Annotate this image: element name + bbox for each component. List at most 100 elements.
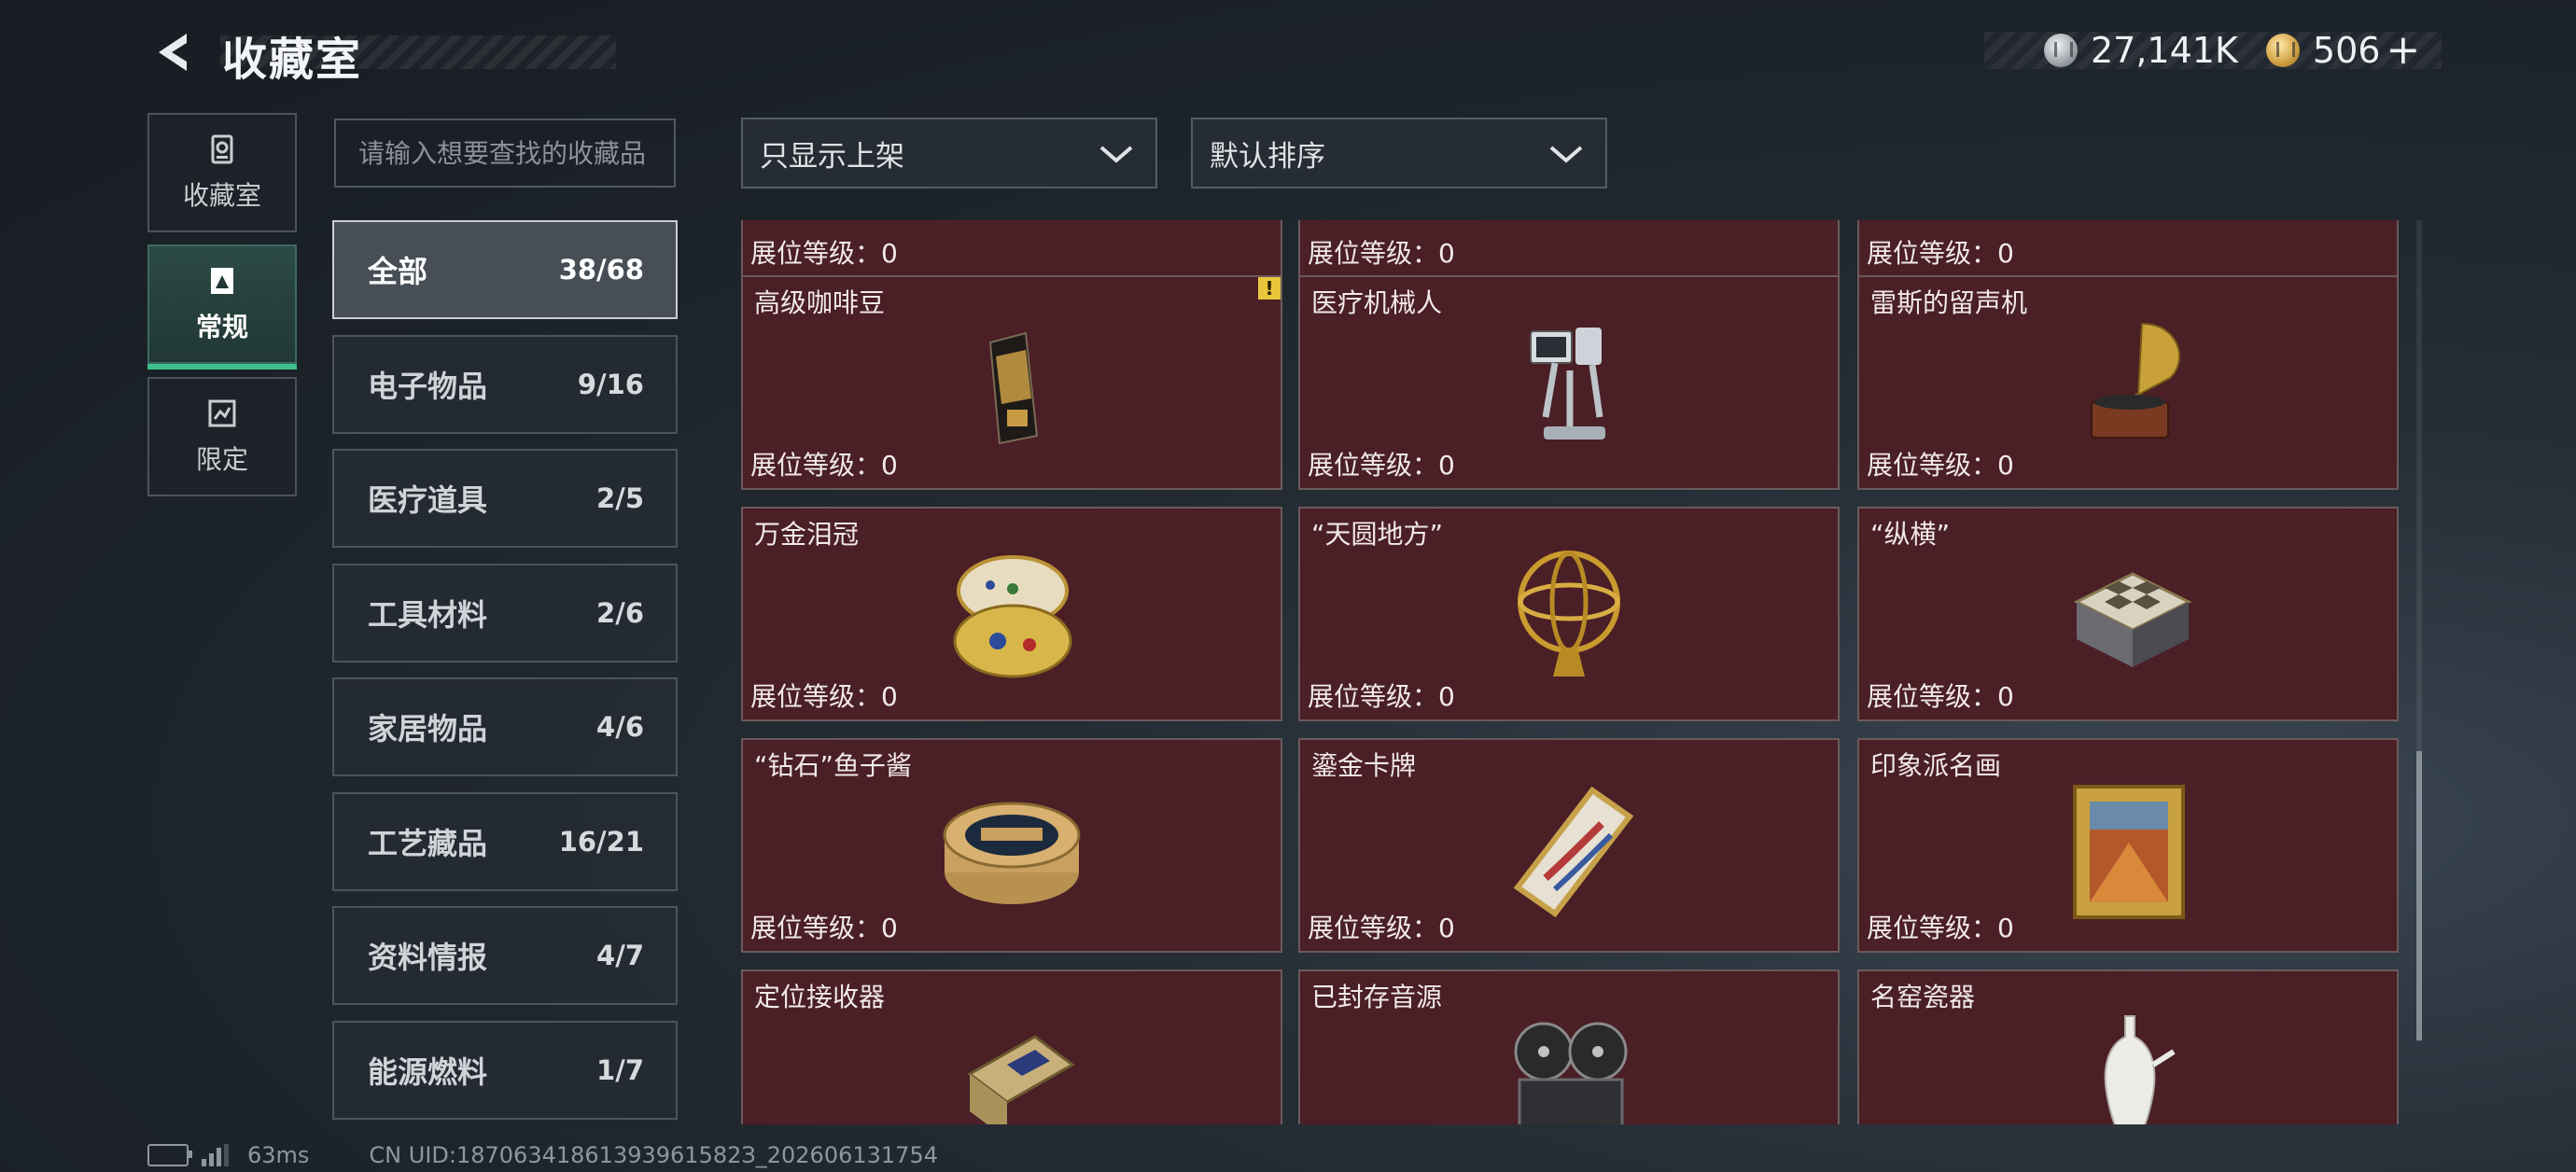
nav-collection-room[interactable]: 收藏室 <box>147 113 297 232</box>
booth-level: 展位等级：0 <box>1308 450 1455 481</box>
category-home[interactable]: 家居物品 4/6 <box>332 677 678 776</box>
regular-icon <box>211 268 233 294</box>
item-name: 定位接收器 <box>754 982 886 1012</box>
collection-card[interactable]: 鎏金卡牌 展位等级：0 <box>1298 738 1840 953</box>
category-count: 2/5 <box>596 482 644 514</box>
page-title: 收藏室 <box>222 34 363 86</box>
booth-level: 展位等级：0 <box>750 238 898 269</box>
scrollbar-thumb[interactable] <box>2416 751 2422 1040</box>
coffee-bag-icon <box>988 331 1039 445</box>
collection-card[interactable]: 展位等级：0 <box>1298 220 1840 278</box>
collection-room-icon <box>211 134 233 164</box>
category-name: 工艺藏品 <box>368 826 488 861</box>
collection-card[interactable]: 医疗机械人 展位等级：0 <box>1298 275 1840 490</box>
collection-card[interactable]: “钻石”鱼子酱 展位等级：0 <box>741 738 1282 953</box>
nav-label: 常规 <box>195 312 248 342</box>
category-count: 38/68 <box>558 254 644 286</box>
category-count: 2/6 <box>596 597 644 629</box>
medical-robot-icon <box>1530 328 1605 440</box>
category-medical[interactable]: 医疗道具 2/5 <box>332 449 678 548</box>
item-name: 万金泪冠 <box>754 519 860 550</box>
item-name: “钻石”鱼子酱 <box>754 750 913 781</box>
currency-bar: 27,141K 506 + <box>1984 30 2442 71</box>
item-name: 鎏金卡牌 <box>1311 750 1417 781</box>
item-name: 医疗机械人 <box>1311 287 1443 318</box>
category-energy[interactable]: 能源燃料 1/7 <box>332 1021 678 1120</box>
collection-card[interactable]: 已封存音源 <box>1298 970 1840 1124</box>
caviar-tin-icon <box>943 802 1081 904</box>
collection-card[interactable]: 展位等级：0 <box>1857 220 2399 278</box>
collection-card[interactable]: “天圆地方” 展位等级：0 <box>1298 507 1840 721</box>
nav-label: 收藏室 <box>182 180 261 211</box>
category-name: 全部 <box>368 254 428 289</box>
shelf-filter-dropdown[interactable]: 只显示上架 <box>741 118 1157 188</box>
jeweled-egg-icon <box>953 555 1072 678</box>
search-input[interactable] <box>334 119 676 188</box>
collection-card[interactable]: 定位接收器 <box>741 970 1282 1124</box>
booth-level: 展位等级：0 <box>1308 913 1455 943</box>
collection-card[interactable]: 印象派名画 展位等级：0 <box>1857 738 2399 953</box>
item-name: 雷斯的留声机 <box>1870 287 2028 318</box>
category-name: 工具材料 <box>368 597 488 633</box>
chess-box-icon <box>2073 572 2192 667</box>
back-arrow-icon[interactable] <box>149 28 198 77</box>
sort-value: 默认排序 <box>1210 139 1325 174</box>
item-name: 已封存音源 <box>1311 982 1443 1012</box>
category-count: 9/16 <box>577 369 644 400</box>
category-count: 4/6 <box>596 711 644 743</box>
collection-card[interactable]: 展位等级：0 <box>741 220 1282 278</box>
booth-level: 展位等级：0 <box>750 913 898 943</box>
item-name: 印象派名画 <box>1870 750 2002 781</box>
item-name: 高级咖啡豆 <box>754 287 886 318</box>
ping-value: 63ms <box>247 1142 310 1168</box>
collection-card[interactable]: 雷斯的留声机 展位等级：0 <box>1857 275 2399 490</box>
category-name: 资料情报 <box>368 940 488 975</box>
gold-currency-value: 506 <box>2312 30 2381 71</box>
nav-limited[interactable]: 限定 <box>147 377 297 496</box>
battery-icon <box>147 1144 192 1166</box>
sort-dropdown[interactable]: 默认排序 <box>1191 118 1607 188</box>
armillary-sphere-icon <box>1518 551 1620 677</box>
gps-receiver-icon <box>967 1035 1075 1124</box>
collection-card[interactable]: 名窑瓷器 <box>1857 970 2399 1124</box>
chevron-down-icon <box>1549 146 1583 163</box>
collection-card[interactable]: “纵横” 展位等级：0 <box>1857 507 2399 721</box>
status-footer: 63ms CN UID:18706341861393961582З_202606… <box>147 1142 938 1168</box>
category-name: 医疗道具 <box>368 482 488 518</box>
reel-tape-icon <box>1514 1022 1628 1124</box>
category-count: 16/21 <box>558 826 644 858</box>
gold-coin-icon <box>2265 34 2300 67</box>
booth-level: 展位等级：0 <box>750 681 898 712</box>
uid-text: CN UID:18706341861393961582З_20260613175… <box>369 1142 938 1168</box>
booth-level: 展位等级：0 <box>1308 238 1455 269</box>
porcelain-vase-icon <box>2104 1015 2176 1124</box>
add-currency-button[interactable]: + <box>2386 30 2420 71</box>
framed-painting-icon <box>2073 785 2185 919</box>
nav-label: 限定 <box>195 444 248 475</box>
nav-regular[interactable]: 常规 <box>147 244 297 370</box>
category-name: 家居物品 <box>368 711 488 746</box>
category-count: 4/7 <box>596 940 644 971</box>
booth-level: 展位等级：0 <box>1867 913 2014 943</box>
category-tools[interactable]: 工具材料 2/6 <box>332 564 678 663</box>
warning-badge: ! <box>1258 277 1281 300</box>
category-count: 1/7 <box>596 1054 644 1086</box>
item-name: 名窑瓷器 <box>1870 982 1976 1012</box>
item-name: “纵横” <box>1870 519 1951 550</box>
chevron-down-icon <box>1099 146 1133 163</box>
category-crafts[interactable]: 工艺藏品 16/21 <box>332 792 678 891</box>
limited-icon <box>208 399 236 427</box>
category-all[interactable]: 全部 38/68 <box>332 220 678 319</box>
collection-card[interactable]: 万金泪冠 展位等级：0 <box>741 507 1282 721</box>
item-name: “天圆地方” <box>1311 519 1444 550</box>
category-intel[interactable]: 资料情报 4/7 <box>332 906 678 1005</box>
booth-level: 展位等级：0 <box>1867 238 2014 269</box>
shelf-filter-value: 只显示上架 <box>760 139 904 174</box>
booth-level: 展位等级：0 <box>750 450 898 481</box>
collection-grid: 展位等级：0 展位等级：0 展位等级：0 高级咖啡豆 ! 展位等级：0 医疗机械… <box>741 220 2415 1124</box>
gramophone-icon <box>2091 322 2180 439</box>
category-electronics[interactable]: 电子物品 9/16 <box>332 335 678 434</box>
collection-card[interactable]: 高级咖啡豆 ! 展位等级：0 <box>741 275 1282 490</box>
booth-level: 展位等级：0 <box>1867 450 2014 481</box>
gilded-card-icon <box>1513 786 1634 918</box>
